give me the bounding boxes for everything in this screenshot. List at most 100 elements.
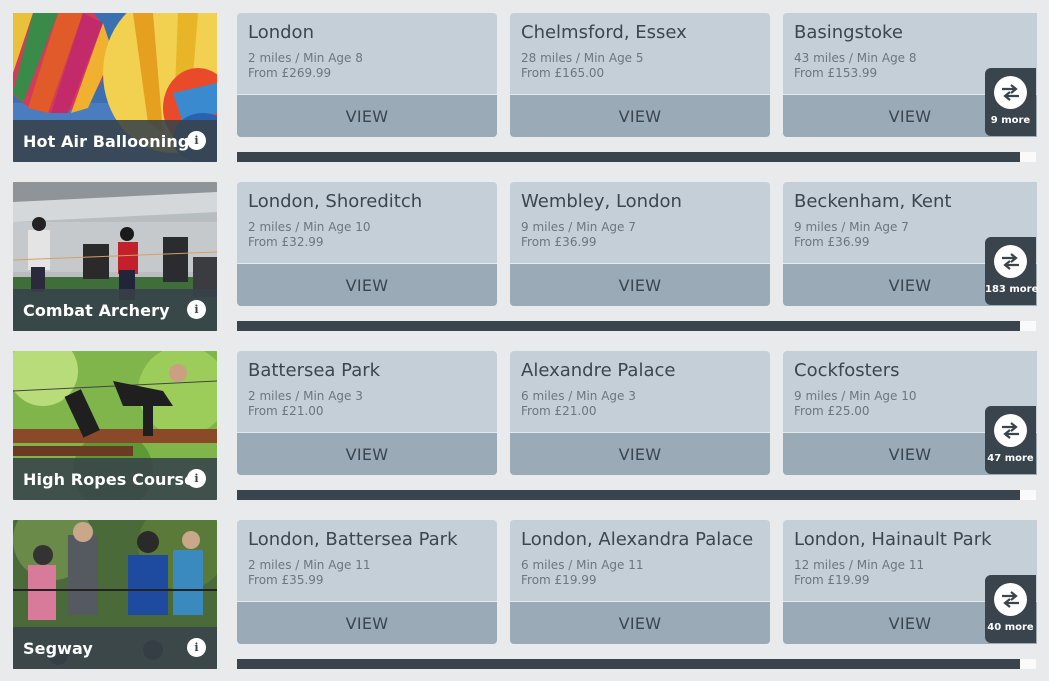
venue-price: From £36.99 <box>794 235 870 249</box>
more-venues-button[interactable]: 40 more <box>985 575 1036 643</box>
activity-row-combat-archery: Combat Archery i London, Shoreditch 2 mi… <box>0 169 1049 338</box>
venue-title: Beckenham, Kent <box>794 191 952 212</box>
venue-title: London <box>248 22 314 43</box>
venue-distance-age: 9 miles / Min Age 7 <box>794 220 909 234</box>
horizontal-scrollbar[interactable] <box>237 321 1036 331</box>
activity-name-text: High Ropes Course <box>23 469 196 489</box>
venue-distance-age: 2 miles / Min Age 11 <box>248 558 371 572</box>
scrollbar-thumb[interactable] <box>237 659 1020 669</box>
more-venues-button[interactable]: 9 more <box>985 68 1036 136</box>
venue-card[interactable]: London, Alexandra Palace 6 miles / Min A… <box>510 520 770 644</box>
info-icon[interactable]: i <box>187 469 206 488</box>
venue-price: From £19.99 <box>521 573 597 587</box>
venue-title: Battersea Park <box>248 360 381 381</box>
venue-price: From £165.00 <box>521 66 605 80</box>
venue-meta: 6 miles / Min Age 11 From £19.99 <box>521 558 644 588</box>
venue-meta: 2 miles / Min Age 3 From £21.00 <box>248 389 363 419</box>
horizontal-scrollbar[interactable] <box>237 490 1036 500</box>
activity-thumbnail[interactable]: High Ropes Course i <box>13 351 217 500</box>
info-icon[interactable]: i <box>187 300 206 319</box>
activity-name-text: Segway <box>23 638 93 658</box>
venue-price: From £21.00 <box>521 404 597 418</box>
activity-name-text: Combat Archery <box>23 300 170 320</box>
venue-distance-age: 6 miles / Min Age 11 <box>521 558 644 572</box>
venue-card[interactable]: London, Shoreditch 2 miles / Min Age 10 … <box>237 182 497 306</box>
venue-distance-age: 12 miles / Min Age 11 <box>794 558 925 572</box>
view-button[interactable]: VIEW <box>237 432 497 475</box>
venue-title: Wembley, London <box>521 191 682 212</box>
activity-row-high-ropes-course: High Ropes Course i Battersea Park 2 mil… <box>0 338 1049 507</box>
swap-arrows-icon <box>994 583 1027 616</box>
venue-meta: 2 miles / Min Age 10 From £32.99 <box>248 220 371 250</box>
activity-thumbnail[interactable]: Segway i <box>13 520 217 669</box>
more-count: 47 more <box>987 453 1034 464</box>
view-button[interactable]: VIEW <box>510 94 770 137</box>
view-button[interactable]: VIEW <box>237 263 497 306</box>
scrollbar-thumb[interactable] <box>237 152 1020 162</box>
venue-price: From £21.00 <box>248 404 324 418</box>
activity-name-text: Hot Air Ballooning <box>23 131 190 151</box>
venue-card[interactable]: Battersea Park 2 miles / Min Age 3 From … <box>237 351 497 475</box>
venue-card[interactable]: Alexandre Palace 6 miles / Min Age 3 Fro… <box>510 351 770 475</box>
more-venues-button[interactable]: 183 more <box>985 237 1039 305</box>
scrollbar-thumb[interactable] <box>237 321 1020 331</box>
venue-meta: 43 miles / Min Age 8 From £153.99 <box>794 51 917 81</box>
venue-card[interactable]: London 2 miles / Min Age 8 From £269.99 … <box>237 13 497 137</box>
venue-distance-age: 43 miles / Min Age 8 <box>794 51 917 65</box>
venue-price: From £19.99 <box>794 573 870 587</box>
venue-distance-age: 28 miles / Min Age 5 <box>521 51 644 65</box>
more-count: 40 more <box>987 622 1034 633</box>
venue-title: London, Shoreditch <box>248 191 423 212</box>
venue-meta: 28 miles / Min Age 5 From £165.00 <box>521 51 644 81</box>
venue-price: From £32.99 <box>248 235 324 249</box>
venue-title: London, Hainault Park <box>794 529 992 550</box>
venue-meta: 9 miles / Min Age 7 From £36.99 <box>521 220 636 250</box>
activity-thumbnail[interactable]: Combat Archery i <box>13 182 217 331</box>
swap-arrows-icon <box>994 76 1027 109</box>
venue-distance-age: 2 miles / Min Age 8 <box>248 51 363 65</box>
view-button[interactable]: VIEW <box>510 263 770 306</box>
scrollbar-thumb[interactable] <box>237 490 1020 500</box>
venue-meta: 12 miles / Min Age 11 From £19.99 <box>794 558 924 588</box>
venue-title: Cockfosters <box>794 360 900 381</box>
venue-price: From £35.99 <box>248 573 324 587</box>
venue-card[interactable]: Wembley, London 9 miles / Min Age 7 From… <box>510 182 770 306</box>
info-icon[interactable]: i <box>187 638 206 657</box>
venue-price: From £36.99 <box>521 235 597 249</box>
venue-title: Alexandre Palace <box>521 360 676 381</box>
more-count: 183 more <box>985 284 1039 295</box>
view-button[interactable]: VIEW <box>510 432 770 475</box>
horizontal-scrollbar[interactable] <box>237 659 1036 669</box>
venue-distance-age: 9 miles / Min Age 10 <box>794 389 917 403</box>
horizontal-scrollbar[interactable] <box>237 152 1036 162</box>
swap-arrows-icon <box>994 414 1027 447</box>
venue-distance-age: 9 miles / Min Age 7 <box>521 220 636 234</box>
venue-meta: 2 miles / Min Age 8 From £269.99 <box>248 51 363 81</box>
venue-meta: 9 miles / Min Age 10 From £25.00 <box>794 389 917 419</box>
activity-row-segway: Segway i London, Battersea Park 2 miles … <box>0 507 1049 676</box>
more-count: 9 more <box>990 115 1031 126</box>
venue-title: London, Alexandra Palace <box>521 529 754 550</box>
view-button[interactable]: VIEW <box>237 94 497 137</box>
venue-price: From £269.99 <box>248 66 332 80</box>
swap-arrows-icon <box>994 245 1027 278</box>
venue-distance-age: 2 miles / Min Age 3 <box>248 389 363 403</box>
venue-title: Chelmsford, Essex <box>521 22 687 43</box>
view-button[interactable]: VIEW <box>237 601 497 644</box>
venue-meta: 6 miles / Min Age 3 From £21.00 <box>521 389 636 419</box>
venue-price: From £153.99 <box>794 66 878 80</box>
activity-row-hot-air-ballooning: Hot Air Ballooning i London 2 miles / Mi… <box>0 0 1049 169</box>
venue-title: London, Battersea Park <box>248 529 458 550</box>
venue-distance-age: 2 miles / Min Age 10 <box>248 220 371 234</box>
venue-distance-age: 6 miles / Min Age 3 <box>521 389 636 403</box>
activity-thumbnail[interactable]: Hot Air Ballooning i <box>13 13 217 162</box>
venue-meta: 2 miles / Min Age 11 From £35.99 <box>248 558 371 588</box>
venue-card[interactable]: Chelmsford, Essex 28 miles / Min Age 5 F… <box>510 13 770 137</box>
venue-price: From £25.00 <box>794 404 870 418</box>
more-venues-button[interactable]: 47 more <box>985 406 1036 474</box>
view-button[interactable]: VIEW <box>510 601 770 644</box>
venue-title: Basingstoke <box>794 22 903 43</box>
venue-card[interactable]: London, Battersea Park 2 miles / Min Age… <box>237 520 497 644</box>
info-icon[interactable]: i <box>187 131 206 150</box>
venue-meta: 9 miles / Min Age 7 From £36.99 <box>794 220 909 250</box>
